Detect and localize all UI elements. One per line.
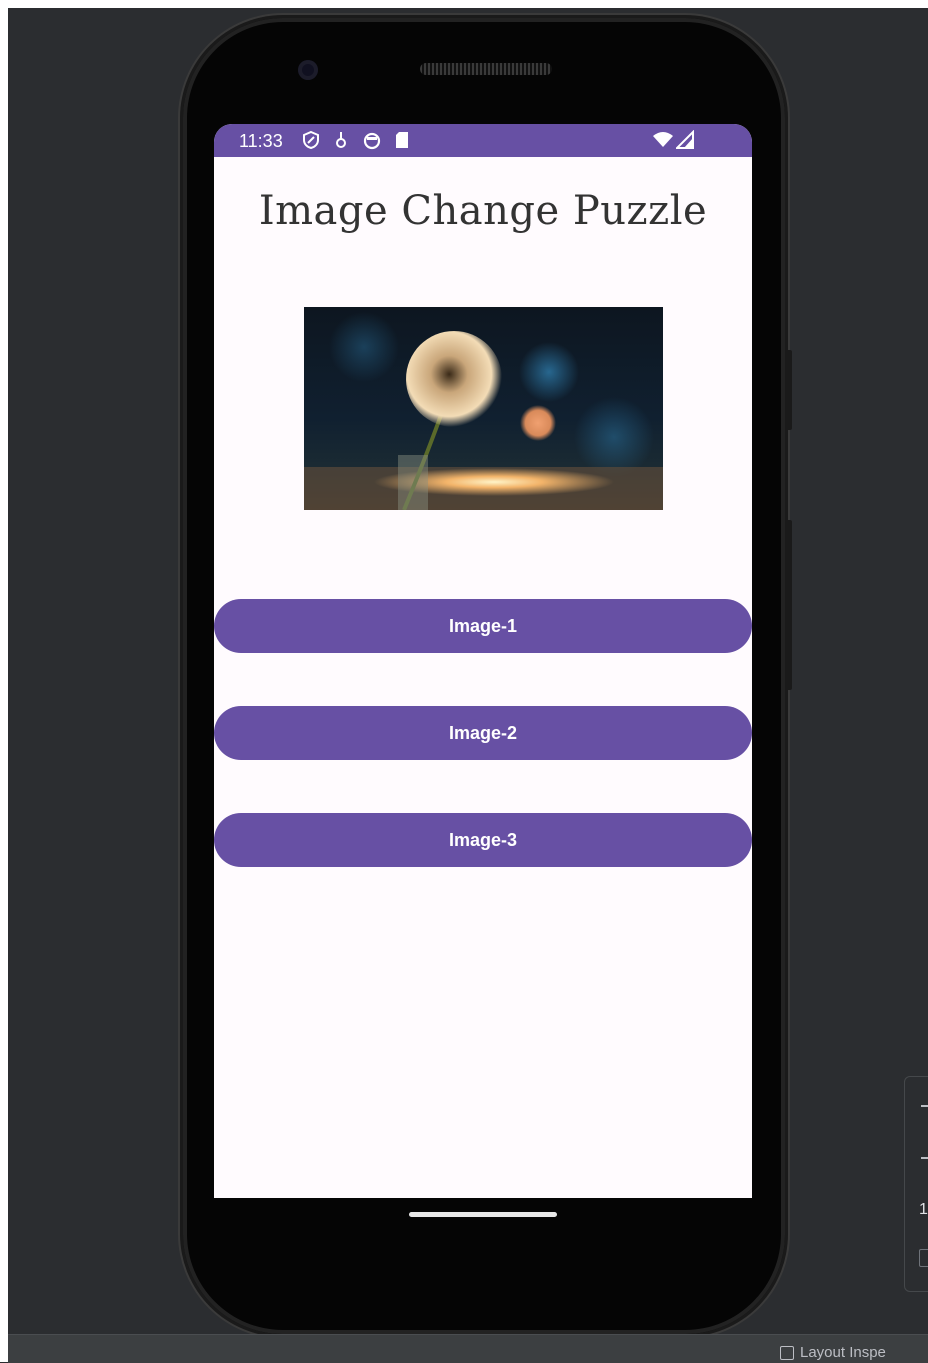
status-time: 11:33 <box>239 131 283 151</box>
front-camera-icon <box>298 60 318 80</box>
download-icon <box>334 130 348 155</box>
status-bar: 11:33 <box>214 124 752 157</box>
gesture-nav-handle[interactable] <box>409 1212 557 1217</box>
volume-button <box>786 350 792 430</box>
image-3-button[interactable]: Image-3 <box>214 813 752 867</box>
zoom-panel: 1 <box>904 1076 928 1292</box>
image-2-button[interactable]: Image-2 <box>214 706 752 760</box>
zoom-in-icon[interactable] <box>921 1105 928 1107</box>
fit-screen-icon[interactable] <box>919 1249 928 1267</box>
layout-inspector-icon[interactable] <box>780 1346 794 1360</box>
power-button <box>786 520 792 690</box>
layout-inspector-tab[interactable]: Layout Inspe <box>800 1344 886 1361</box>
window-edge-left <box>0 0 8 1362</box>
puzzle-image <box>304 307 663 511</box>
sd-card-icon <box>394 130 410 155</box>
speaker-grille <box>420 63 552 75</box>
circle-icon <box>362 130 382 155</box>
zoom-out-icon[interactable] <box>921 1157 928 1159</box>
zoom-ratio: 1 <box>919 1201 928 1218</box>
image-1-button[interactable]: Image-1 <box>214 599 752 653</box>
shield-icon <box>302 130 320 155</box>
window-edge-top <box>0 0 928 8</box>
page-title: Image Change Puzzle <box>258 188 708 234</box>
device-screen: 11:33 Image Change Puzzle Image-1 Image-… <box>214 124 752 1198</box>
wifi-icon <box>652 130 674 155</box>
signal-icon <box>674 129 694 155</box>
